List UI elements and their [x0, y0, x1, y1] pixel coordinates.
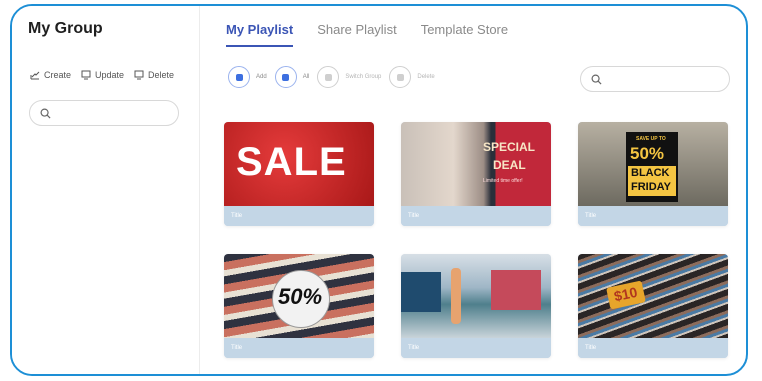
monitor-icon — [81, 70, 91, 80]
select-all-button[interactable]: All — [274, 66, 310, 88]
add-button[interactable]: Add — [228, 66, 267, 88]
playlist-card[interactable]: SPECIAL DEAL Limited time offer! Title — [401, 122, 551, 226]
group-actions: Create Update Delete — [30, 70, 174, 80]
create-button[interactable]: Create — [30, 70, 71, 80]
playlist-card[interactable]: SALE Title — [224, 122, 374, 226]
deal-text: DEAL — [493, 158, 526, 172]
add-icon — [228, 66, 250, 88]
search-icon — [591, 74, 602, 85]
save-up-to-text: SAVE UP TO — [636, 136, 666, 142]
delete-group-button[interactable]: Delete — [134, 70, 174, 80]
update-label: Update — [95, 70, 125, 80]
group-search-input[interactable] — [29, 100, 179, 126]
card-title: Title — [401, 206, 551, 226]
card-title: Title — [224, 338, 374, 358]
card-thumbnail: 50% — [224, 254, 374, 338]
switch-group-icon — [317, 66, 340, 88]
playlist-search-input[interactable] — [580, 66, 730, 92]
friday-text: FRIDAY — [631, 181, 671, 193]
switch-group-button[interactable]: Switch Group — [317, 66, 381, 88]
sidebar-title: My Group — [28, 20, 103, 37]
card-thumbnail: SPECIAL DEAL Limited time offer! — [401, 122, 551, 206]
delete-playlist-button[interactable]: Delete — [389, 66, 435, 88]
tab-share-playlist[interactable]: Share Playlist — [317, 22, 396, 47]
card-title: Title — [578, 338, 728, 358]
playlist-card[interactable]: $10 Title — [578, 254, 728, 358]
playlist-toolbar: Add All Switch Group Delete — [228, 66, 435, 88]
black-text: BLACK — [631, 167, 670, 179]
main-panel: My Playlist Share Playlist Template Stor… — [200, 6, 746, 374]
sidebar: My Group Create Update Delete — [12, 6, 200, 374]
card-thumbnail: $10 — [578, 254, 728, 338]
card-title: Title — [578, 206, 728, 226]
create-icon — [30, 71, 40, 80]
switch-group-label: Switch Group — [345, 74, 382, 80]
playlist-card[interactable]: SAVE UP TO 50% BLACK FRIDAY Title — [578, 122, 728, 226]
delete-label: Delete — [148, 70, 175, 80]
fifty-percent-text: 50% — [630, 144, 665, 163]
sale-text: SALE — [236, 140, 347, 184]
card-title: Title — [224, 206, 374, 226]
create-label: Create — [44, 70, 72, 80]
select-all-icon — [274, 66, 297, 88]
tab-my-playlist[interactable]: My Playlist — [226, 22, 294, 47]
card-thumbnail: SAVE UP TO 50% BLACK FRIDAY — [578, 122, 728, 206]
select-all-label: All — [302, 74, 310, 80]
card-thumbnail — [401, 254, 551, 338]
special-text: SPECIAL — [483, 140, 536, 154]
card-title: Title — [401, 338, 551, 358]
card-thumbnail: SALE — [224, 122, 374, 206]
trash-icon — [389, 66, 412, 88]
playlist-card[interactable]: 50% Title — [224, 254, 374, 358]
playlist-card[interactable]: Title — [401, 254, 551, 358]
update-button[interactable]: Update — [81, 70, 124, 80]
add-label: Add — [256, 74, 267, 80]
monitor-icon — [134, 70, 144, 80]
app-frame: My Group Create Update Delete My Playlis… — [10, 4, 748, 376]
offer-text: Limited time offer! — [483, 178, 523, 184]
tab-bar: My Playlist Share Playlist Template Stor… — [226, 22, 508, 47]
search-icon — [40, 108, 51, 119]
tab-template-store[interactable]: Template Store — [421, 22, 508, 47]
fifty-percent-tag-text: 50% — [278, 284, 323, 309]
delete-playlist-label: Delete — [417, 74, 435, 80]
